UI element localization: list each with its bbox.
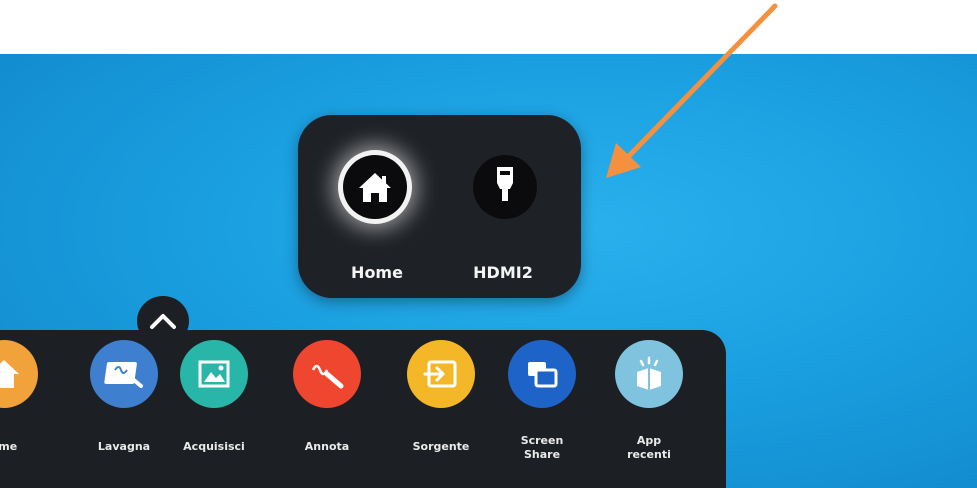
capture-icon xyxy=(180,340,248,408)
tray-label-screen-share: Screen Share xyxy=(486,434,598,462)
tray-item-annota[interactable]: Annota xyxy=(271,340,381,480)
tray-label-acquisisci: Acquisisci xyxy=(183,440,245,453)
tray-item-acquisisci[interactable]: Acquisisci xyxy=(158,340,268,480)
tray-label-sorgente: Sorgente xyxy=(412,440,470,453)
recent-apps-icon xyxy=(615,340,683,408)
source-label-home: Home xyxy=(351,263,403,282)
tray-item-home[interactable]: ome xyxy=(0,340,58,480)
tray-label-app-recenti-line2: recenti xyxy=(627,448,671,461)
tray-label-app-recenti-line1: App xyxy=(636,434,662,447)
tray-label-screen-share-line2: Share xyxy=(523,448,561,461)
source-label-hdmi2: HDMI2 xyxy=(473,263,533,282)
input-source-icon xyxy=(407,340,475,408)
tray-item-sorgente[interactable]: Sorgente xyxy=(385,340,495,480)
tray-label-app-recenti: App recenti xyxy=(593,434,705,462)
tray-expand-handle[interactable] xyxy=(137,296,189,346)
home-icon xyxy=(343,155,407,219)
tray-item-app-recenti[interactable]: App recenti xyxy=(593,340,703,480)
input-source-popup: Home HDMI2 xyxy=(298,115,581,298)
source-item-home[interactable]: Home xyxy=(317,115,437,298)
source-item-hdmi2[interactable]: HDMI2 xyxy=(447,115,567,298)
annotate-icon xyxy=(293,340,361,408)
screen-share-icon xyxy=(508,340,576,408)
hdmi-plug-icon xyxy=(473,155,537,219)
tray-label-annota: Annota xyxy=(304,440,350,453)
tray-item-screen-share[interactable]: Screen Share xyxy=(486,340,596,480)
whiteboard-icon xyxy=(90,340,158,408)
tray-label-screen-share-line1: Screen xyxy=(520,434,564,447)
home-icon xyxy=(0,340,38,408)
chevron-up-icon xyxy=(150,314,176,329)
tray-label-home: ome xyxy=(0,440,18,453)
